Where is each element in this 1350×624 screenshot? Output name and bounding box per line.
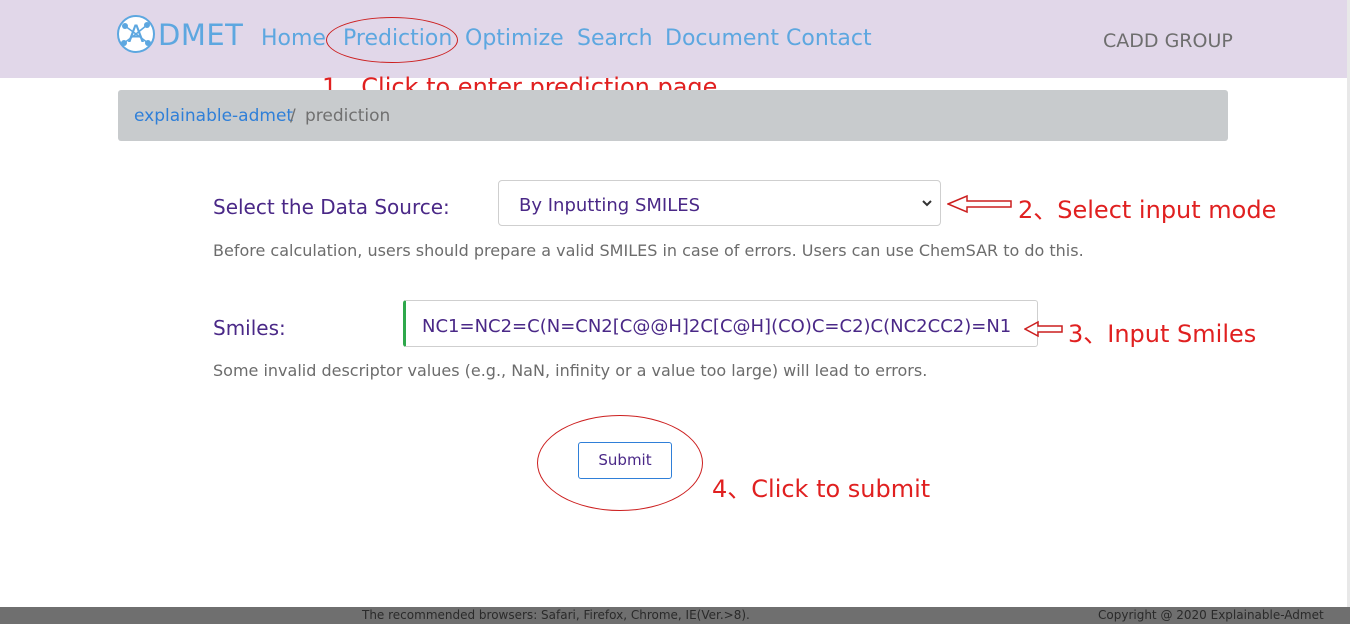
smiles-input[interactable]: NC1=NC2=C(N=CN2[C@@H]2C[C@H](CO)C=C2)C(N… bbox=[403, 300, 1038, 347]
annotation-step3: 3、Input Smiles bbox=[1068, 320, 1257, 348]
data-source-selected-value: By Inputting SMILES bbox=[519, 195, 701, 216]
annotation-step4: 4、Click to submit bbox=[712, 475, 931, 503]
nav-home[interactable]: Home bbox=[261, 26, 326, 51]
smiles-input-value: NC1=NC2=C(N=CN2[C@@H]2C[C@H](CO)C=C2)C(N… bbox=[422, 316, 1012, 337]
breadcrumb-current: prediction bbox=[305, 106, 391, 126]
admet-logo-icon: A bbox=[117, 15, 155, 53]
select-arrow-icon bbox=[947, 194, 1012, 214]
smiles-arrow-icon bbox=[1024, 320, 1063, 338]
cadd-group-label[interactable]: CADD GROUP bbox=[1103, 30, 1233, 52]
data-source-select[interactable]: By Inputting SMILES bbox=[498, 180, 941, 226]
smiles-help-text: Some invalid descriptor values (e.g., Na… bbox=[213, 361, 928, 380]
nav-search[interactable]: Search bbox=[577, 26, 653, 51]
breadcrumb-separator: / bbox=[290, 106, 296, 126]
smiles-label: Smiles: bbox=[213, 316, 286, 340]
nav-contact[interactable]: Contact bbox=[786, 26, 872, 51]
footer-browsers-note: The recommended browsers: Safari, Firefo… bbox=[362, 608, 750, 622]
annotation-step2: 2、Select input mode bbox=[1018, 196, 1277, 224]
data-source-label: Select the Data Source: bbox=[213, 195, 450, 219]
submit-button[interactable]: Submit bbox=[578, 442, 672, 479]
logo-text: DMET bbox=[158, 18, 244, 52]
data-source-help-text: Before calculation, users should prepare… bbox=[213, 241, 1084, 260]
nav-optimize[interactable]: Optimize bbox=[465, 26, 564, 51]
footer: The recommended browsers: Safari, Firefo… bbox=[0, 607, 1350, 624]
nav-document[interactable]: Document bbox=[665, 26, 779, 51]
chevron-down-icon bbox=[922, 200, 932, 207]
breadcrumb: explainable-admet / prediction bbox=[118, 90, 1228, 141]
footer-copyright: Copyright @ 2020 Explainable-Admet bbox=[1098, 608, 1324, 622]
nav-prediction[interactable]: Prediction bbox=[343, 26, 452, 51]
logo-letter: A bbox=[128, 20, 145, 48]
breadcrumb-home-link[interactable]: explainable-admet bbox=[134, 106, 293, 126]
